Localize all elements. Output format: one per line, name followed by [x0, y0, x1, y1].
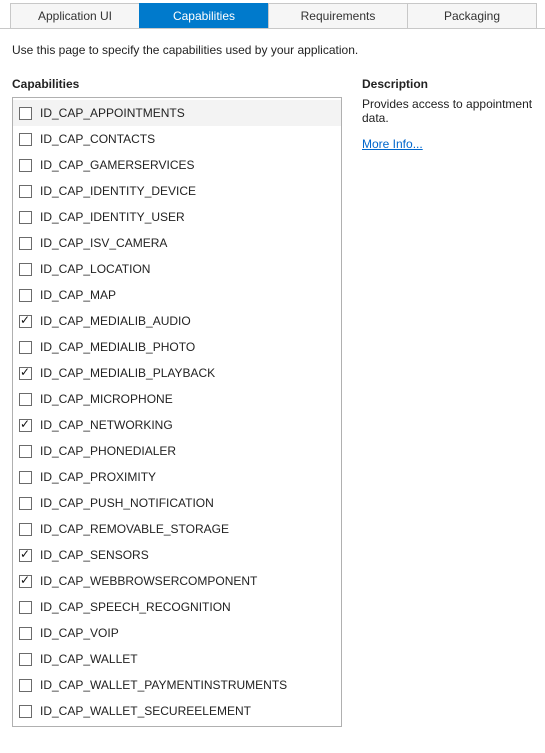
columns: Capabilities ID_CAP_APPOINTMENTS ID_CAP_C… [12, 77, 533, 727]
capability-label: ID_CAP_WEBBROWSERCOMPONENT [40, 574, 257, 588]
capability-row[interactable]: ID_CAP_GAMERSERVICES [13, 152, 341, 178]
capability-row[interactable]: ID_CAP_NETWORKING [13, 412, 341, 438]
capability-row[interactable]: ID_CAP_VOIP [13, 620, 341, 646]
tab-application-ui[interactable]: Application UI [10, 3, 140, 28]
description-title: Description [362, 77, 533, 91]
capability-checkbox[interactable] [19, 419, 32, 432]
capability-checkbox[interactable] [19, 679, 32, 692]
capability-checkbox[interactable] [19, 211, 32, 224]
capability-checkbox[interactable] [19, 601, 32, 614]
capability-row[interactable]: ID_CAP_IDENTITY_DEVICE [13, 178, 341, 204]
capability-row[interactable]: ID_CAP_MEDIALIB_PHOTO [13, 334, 341, 360]
capabilities-column: Capabilities ID_CAP_APPOINTMENTS ID_CAP_C… [12, 77, 342, 727]
capability-label: ID_CAP_LOCATION [40, 262, 150, 276]
capability-checkbox[interactable] [19, 393, 32, 406]
capability-row[interactable]: ID_CAP_WEBBROWSERCOMPONENT [13, 568, 341, 594]
capability-row[interactable]: ID_CAP_PHONEDIALER [13, 438, 341, 464]
capability-row[interactable]: ID_CAP_SPEECH_RECOGNITION [13, 594, 341, 620]
capability-row[interactable]: ID_CAP_MEDIALIB_AUDIO [13, 308, 341, 334]
capability-row[interactable]: ID_CAP_CONTACTS [13, 126, 341, 152]
capability-label: ID_CAP_WALLET_PAYMENTINSTRUMENTS [40, 678, 287, 692]
capabilities-listbox[interactable]: ID_CAP_APPOINTMENTS ID_CAP_CONTACTS ID_CAP… [12, 97, 342, 727]
capability-row[interactable]: ID_CAP_IDENTITY_USER [13, 204, 341, 230]
capability-checkbox[interactable] [19, 237, 32, 250]
capability-label: ID_CAP_WALLET [40, 652, 138, 666]
capability-label: ID_CAP_MEDIALIB_AUDIO [40, 314, 191, 328]
capability-label: ID_CAP_SPEECH_RECOGNITION [40, 600, 231, 614]
tab-strip: Application UICapabilitiesRequirementsPa… [0, 3, 545, 29]
capability-label: ID_CAP_APPOINTMENTS [40, 106, 185, 120]
capability-checkbox[interactable] [19, 627, 32, 640]
capability-label: ID_CAP_IDENTITY_DEVICE [40, 184, 196, 198]
capability-label: ID_CAP_MEDIALIB_PLAYBACK [40, 366, 215, 380]
capability-checkbox[interactable] [19, 341, 32, 354]
capability-checkbox[interactable] [19, 107, 32, 120]
capability-label: ID_CAP_SENSORS [40, 548, 149, 562]
capability-label: ID_CAP_IDENTITY_USER [40, 210, 185, 224]
capabilities-title: Capabilities [12, 77, 342, 91]
content-area: Use this page to specify the capabilitie… [0, 29, 545, 727]
intro-text: Use this page to specify the capabilitie… [12, 43, 533, 57]
capability-row[interactable]: ID_CAP_REMOVABLE_STORAGE [13, 516, 341, 542]
tab-requirements[interactable]: Requirements [268, 3, 408, 28]
description-text: Provides access to appointment data. [362, 97, 533, 125]
capability-label: ID_CAP_CONTACTS [40, 132, 155, 146]
capability-label: ID_CAP_GAMERSERVICES [40, 158, 195, 172]
capability-checkbox[interactable] [19, 159, 32, 172]
capability-checkbox[interactable] [19, 549, 32, 562]
capability-row[interactable]: ID_CAP_SENSORS [13, 542, 341, 568]
capability-checkbox[interactable] [19, 471, 32, 484]
capability-checkbox[interactable] [19, 367, 32, 380]
capability-label: ID_CAP_NETWORKING [40, 418, 173, 432]
capability-label: ID_CAP_PHONEDIALER [40, 444, 176, 458]
capability-label: ID_CAP_REMOVABLE_STORAGE [40, 522, 229, 536]
tab-capabilities[interactable]: Capabilities [139, 3, 269, 28]
capability-checkbox[interactable] [19, 133, 32, 146]
capability-row[interactable]: ID_CAP_WALLET_PAYMENTINSTRUMENTS [13, 672, 341, 698]
capability-row[interactable]: ID_CAP_PROXIMITY [13, 464, 341, 490]
capability-label: ID_CAP_WALLET_SECUREELEMENT [40, 704, 251, 718]
capability-row[interactable]: ID_CAP_ISV_CAMERA [13, 230, 341, 256]
capability-label: ID_CAP_ISV_CAMERA [40, 236, 167, 250]
tab-packaging[interactable]: Packaging [407, 3, 537, 28]
capability-row[interactable]: ID_CAP_MEDIALIB_PLAYBACK [13, 360, 341, 386]
capability-row[interactable]: ID_CAP_PUSH_NOTIFICATION [13, 490, 341, 516]
more-info-link[interactable]: More Info... [362, 137, 423, 151]
capability-row[interactable]: ID_CAP_WALLET_SECUREELEMENT [13, 698, 341, 724]
capability-checkbox[interactable] [19, 315, 32, 328]
capability-checkbox[interactable] [19, 523, 32, 536]
capability-label: ID_CAP_PUSH_NOTIFICATION [40, 496, 214, 510]
capability-checkbox[interactable] [19, 263, 32, 276]
capability-label: ID_CAP_MAP [40, 288, 116, 302]
capability-checkbox[interactable] [19, 185, 32, 198]
capability-label: ID_CAP_MICROPHONE [40, 392, 173, 406]
capability-row[interactable]: ID_CAP_APPOINTMENTS [13, 100, 341, 126]
capability-checkbox[interactable] [19, 497, 32, 510]
capability-label: ID_CAP_VOIP [40, 626, 119, 640]
description-column: Description Provides access to appointme… [362, 77, 533, 727]
capability-checkbox[interactable] [19, 445, 32, 458]
capability-row[interactable]: ID_CAP_WALLET [13, 646, 341, 672]
capability-row[interactable]: ID_CAP_LOCATION [13, 256, 341, 282]
capability-row[interactable]: ID_CAP_MAP [13, 282, 341, 308]
capability-checkbox[interactable] [19, 705, 32, 718]
capability-label: ID_CAP_PROXIMITY [40, 470, 156, 484]
capability-label: ID_CAP_MEDIALIB_PHOTO [40, 340, 195, 354]
capability-row[interactable]: ID_CAP_MICROPHONE [13, 386, 341, 412]
capability-checkbox[interactable] [19, 653, 32, 666]
capability-checkbox[interactable] [19, 575, 32, 588]
capability-checkbox[interactable] [19, 289, 32, 302]
